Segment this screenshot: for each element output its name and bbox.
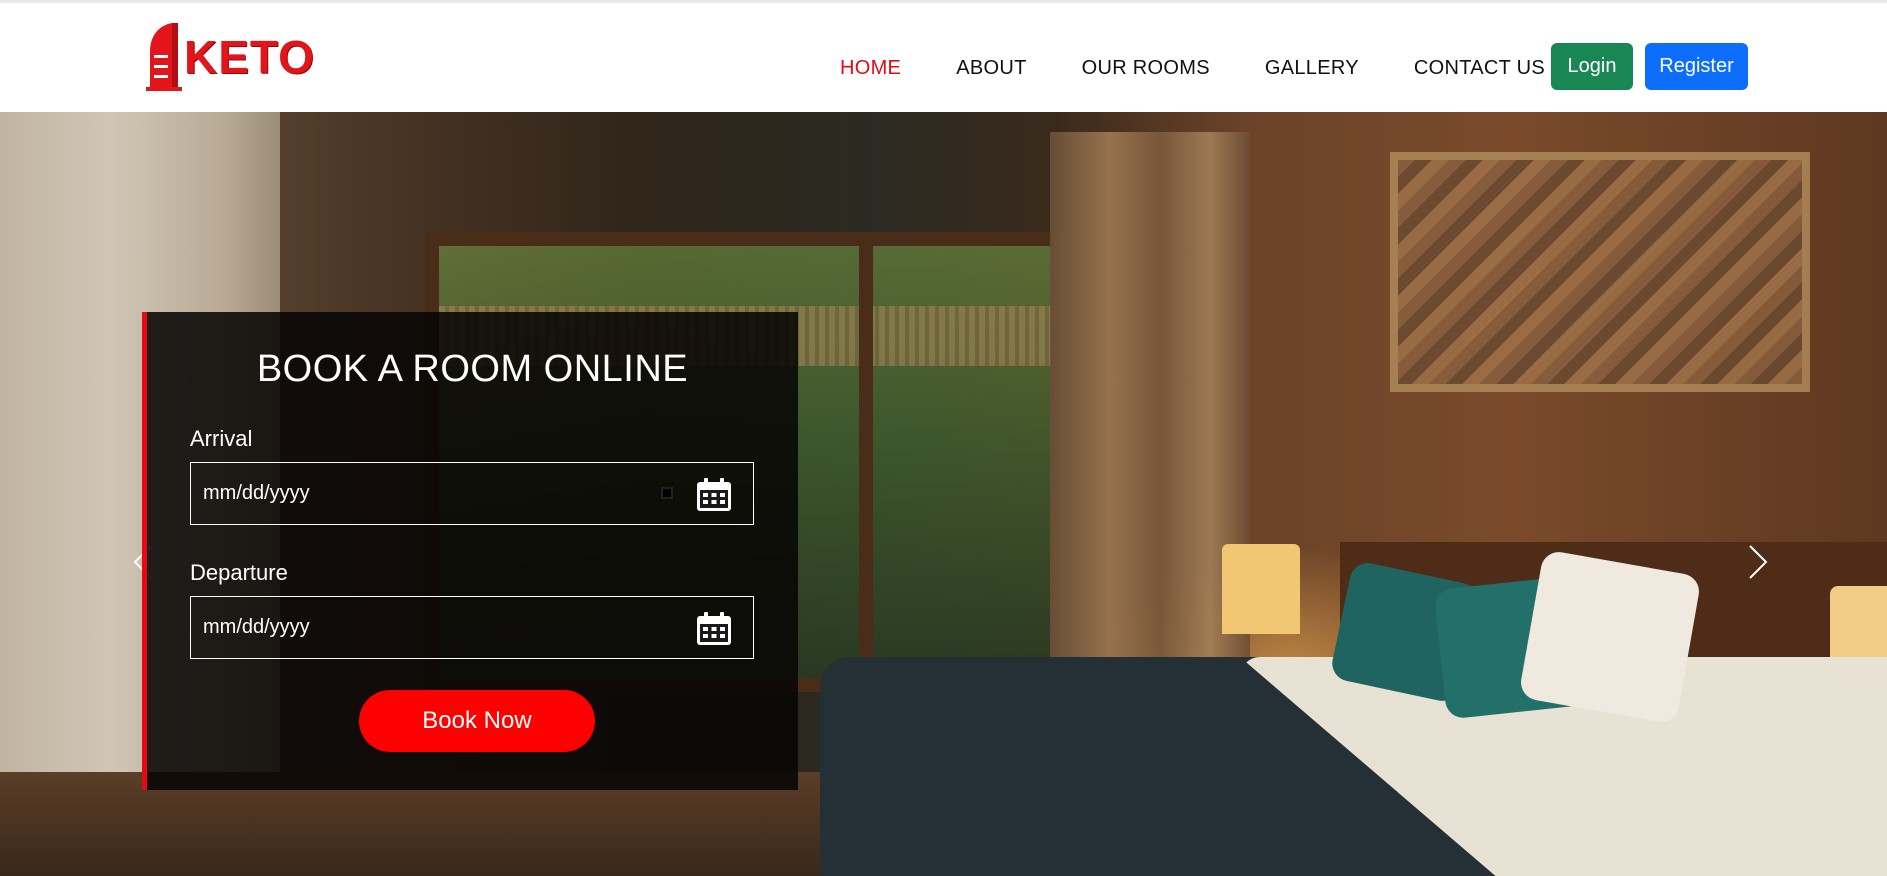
carousel-next-button[interactable] (1743, 532, 1773, 592)
departure-date-input[interactable]: mm/dd/yyyy (190, 596, 754, 659)
calendar-icon[interactable] (695, 611, 733, 647)
hero-image-pillow (1518, 549, 1702, 725)
native-picker-icon[interactable] (661, 487, 673, 499)
chevron-right-icon (1749, 545, 1768, 579)
arrival-label: Arrival (190, 426, 253, 451)
book-now-button[interactable]: Book Now (359, 690, 595, 752)
nav-item-about[interactable]: ABOUT (956, 6, 1026, 115)
brand-logo[interactable]: KETO (142, 21, 322, 93)
nav-item-contact-us[interactable]: CONTACT US (1414, 6, 1545, 115)
hero-image-lamp (1222, 544, 1300, 634)
calendar-icon[interactable] (695, 477, 733, 513)
departure-placeholder: mm/dd/yyyy (203, 616, 310, 638)
nav-item-gallery[interactable]: GALLERY (1265, 6, 1359, 115)
hero-image-painting (1390, 152, 1810, 392)
register-button[interactable]: Register (1645, 43, 1748, 90)
hotel-tower-icon (146, 23, 182, 91)
brand-name: KETO (184, 31, 315, 83)
booking-panel: BOOK A ROOM ONLINE Arrival mm/dd/yyyy De… (142, 312, 798, 790)
hero-image-bed (820, 657, 1887, 876)
arrival-date-input[interactable]: mm/dd/yyyy (190, 462, 754, 525)
departure-label: Departure (190, 560, 288, 585)
main-nav: HOME ABOUT OUR ROOMS GALLERY CONTACT US (840, 6, 1600, 115)
nav-item-our-rooms[interactable]: OUR ROOMS (1082, 6, 1210, 115)
nav-item-home[interactable]: HOME (840, 6, 902, 115)
site-header: KETO HOME ABOUT OUR ROOMS GALLERY CONTAC… (0, 3, 1887, 115)
login-button[interactable]: Login (1551, 43, 1633, 90)
hero-carousel: BOOK A ROOM ONLINE Arrival mm/dd/yyyy De… (0, 112, 1887, 876)
booking-title: BOOK A ROOM ONLINE (256, 348, 689, 390)
